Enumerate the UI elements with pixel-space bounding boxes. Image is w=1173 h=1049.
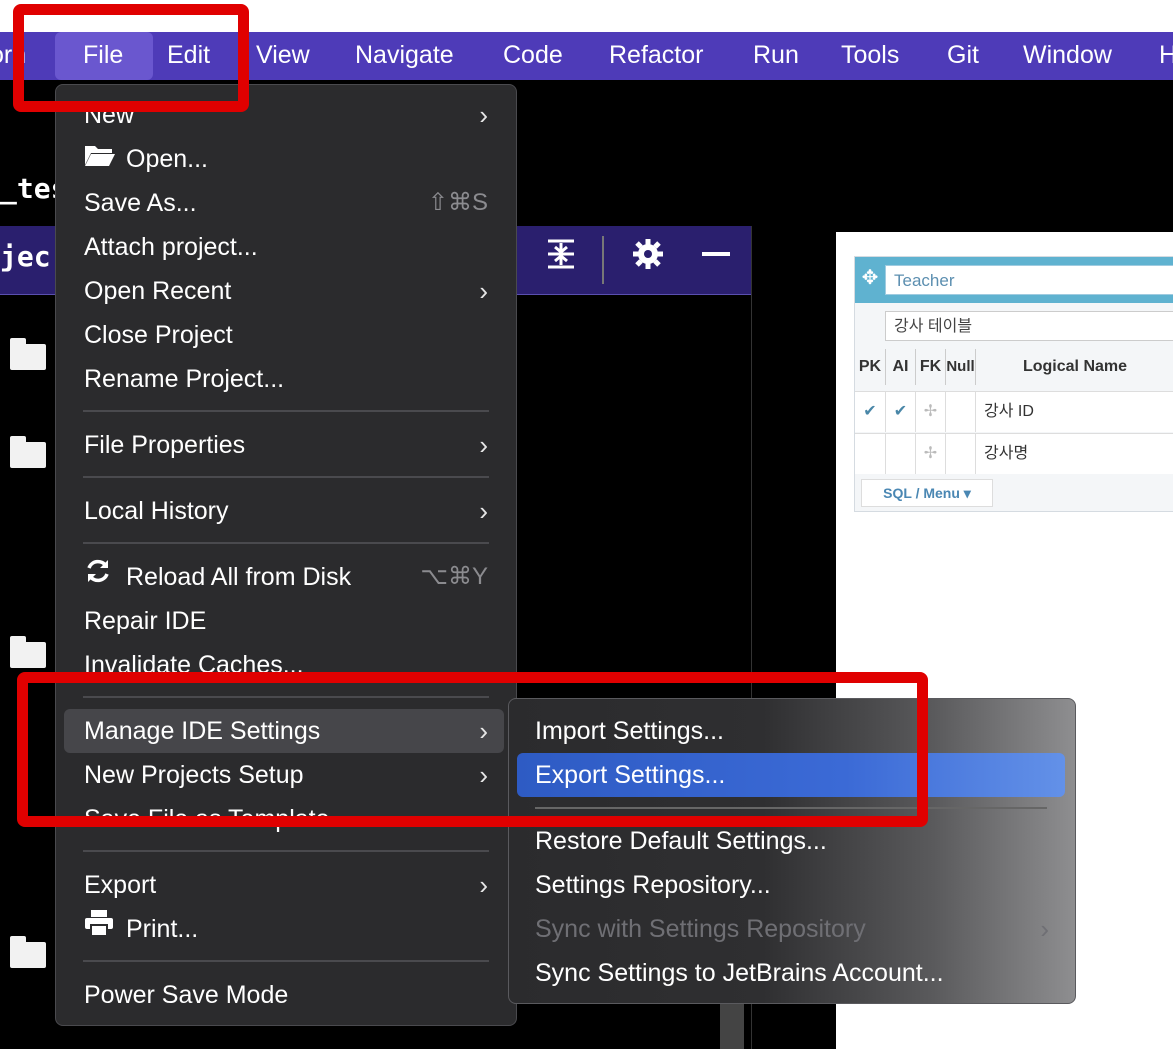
menu-code[interactable]: Code — [503, 32, 563, 80]
menu-git[interactable]: Git — [947, 32, 979, 80]
menu-item-open[interactable]: Open... — [84, 137, 488, 181]
null-cell[interactable] — [946, 434, 976, 474]
ai-cell[interactable] — [886, 434, 916, 474]
menu-item-label: Repair IDE — [84, 607, 207, 635]
menu-item-export[interactable]: Export › — [84, 863, 488, 907]
erd-col-fk: FK — [916, 349, 946, 385]
menu-navigate[interactable]: Navigate — [355, 32, 454, 80]
menu-refactor[interactable]: Refactor — [609, 32, 703, 80]
menu-separator — [83, 476, 489, 478]
erd-table-name[interactable]: Teacher — [885, 265, 1173, 295]
menu-item-label: Close Project — [84, 321, 233, 349]
menu-item-power-save-mode[interactable]: Power Save Mode — [84, 973, 488, 1017]
folder-open-icon — [84, 137, 126, 181]
menu-item-label: Print... — [126, 915, 199, 943]
pk-cell[interactable] — [855, 434, 886, 474]
menu-item-save-as[interactable]: Save As... ⇧⌘S — [84, 181, 488, 225]
shortcut-label: ⇧⌘S — [427, 189, 488, 216]
menu-item-label: Power Save Mode — [84, 981, 289, 1009]
ai-check-icon[interactable]: ✔ — [886, 392, 916, 432]
fk-move-icon[interactable]: ✢ — [916, 392, 946, 432]
menu-separator — [83, 960, 489, 962]
scrollbar[interactable] — [720, 1000, 744, 1049]
null-cell[interactable] — [946, 392, 976, 432]
logical-name-cell[interactable]: 강사명 — [976, 434, 1173, 474]
erd-col-logical: Logical Name — [1022, 358, 1128, 375]
submenu-item-label: Sync with Settings Repository — [535, 915, 866, 943]
submenu-item-settings-repository[interactable]: Settings Repository... — [535, 863, 1049, 907]
project-title-fragment: jec — [0, 240, 51, 273]
chevron-right-icon: › — [479, 496, 488, 526]
menu-item-repair-ide[interactable]: Repair IDE — [84, 599, 488, 643]
erd-col-pk: PK — [855, 349, 886, 385]
menu-item-label: Export — [84, 871, 157, 899]
menu-item-label: Attach project... — [84, 233, 258, 261]
chevron-right-icon: › — [479, 430, 488, 460]
chevron-right-icon: › — [479, 100, 488, 130]
chevron-right-icon: › — [479, 276, 488, 306]
gear-icon[interactable] — [626, 226, 670, 294]
annotation-box-export — [17, 672, 928, 827]
move-icon[interactable]: ✥ — [857, 263, 883, 293]
menu-item-label: Open... — [126, 145, 208, 173]
menu-item-close-project[interactable]: Close Project — [84, 313, 488, 357]
folder-icon — [10, 636, 46, 668]
menu-separator — [83, 410, 489, 412]
folder-icon — [10, 338, 46, 370]
logical-name-cell[interactable]: 강사 ID — [976, 392, 1173, 432]
menu-item-label: Save As... — [84, 189, 197, 217]
submenu-item-sync-jetbrains[interactable]: Sync Settings to JetBrains Account... — [535, 951, 1049, 995]
menu-item-label: Reload All from Disk — [126, 563, 352, 591]
sql-menu-button[interactable]: SQL / Menu ▾ — [861, 479, 993, 507]
menu-tools[interactable]: Tools — [841, 32, 899, 80]
menu-item-reload-all[interactable]: Reload All from Disk ⌥⌘Y — [84, 555, 488, 599]
menu-item-label: File Properties — [84, 431, 246, 459]
folder-icon — [10, 436, 46, 468]
menu-item-rename-project[interactable]: Rename Project... — [84, 357, 488, 401]
submenu-item-label: Settings Repository... — [535, 871, 771, 899]
chevron-right-icon: › — [1040, 914, 1049, 944]
fk-move-icon[interactable]: ✢ — [916, 434, 946, 474]
table-row: ✢ 강사명 — [855, 433, 1173, 474]
folder-icon — [10, 936, 46, 968]
collapse-all-icon[interactable] — [540, 226, 582, 294]
toolbar-divider — [602, 236, 604, 284]
menu-window[interactable]: Window — [1023, 32, 1112, 80]
erd-col-ai: AI — [886, 349, 916, 385]
menu-help[interactable]: H — [1159, 32, 1173, 80]
submenu-item-sync-repository: Sync with Settings Repository › — [535, 907, 1049, 951]
erd-col-null: Null — [946, 349, 976, 385]
shortcut-label: ⌥⌘Y — [420, 563, 488, 590]
printer-icon — [84, 907, 126, 951]
menu-item-print[interactable]: Print... — [84, 907, 488, 951]
erd-table-card: ✥ Teacher 강사 테이블 PK AI FK Null Logical N… — [854, 256, 1173, 512]
pk-check-icon[interactable]: ✔ — [855, 392, 886, 432]
menu-item-local-history[interactable]: Local History › — [84, 489, 488, 533]
menu-item-open-recent[interactable]: Open Recent › — [84, 269, 488, 313]
menu-run[interactable]: Run — [753, 32, 799, 80]
menu-view[interactable]: View — [256, 32, 310, 80]
minimize-icon[interactable] — [694, 226, 738, 294]
menu-separator — [83, 542, 489, 544]
table-row: ✔ ✔ ✢ 강사 ID — [855, 391, 1173, 432]
submenu-item-label: Restore Default Settings... — [535, 827, 827, 855]
menu-item-label: Rename Project... — [84, 365, 285, 393]
menu-item-label: Open Recent — [84, 277, 232, 305]
menu-item-file-properties[interactable]: File Properties › — [84, 423, 488, 467]
file-menu: New › Open... Save As... ⇧⌘S Attach proj… — [55, 84, 517, 1026]
submenu-item-label: Sync Settings to JetBrains Account... — [535, 959, 944, 987]
menu-item-label: Local History — [84, 497, 229, 525]
reload-icon — [84, 555, 126, 599]
annotation-box-file — [13, 4, 249, 112]
menu-separator — [83, 850, 489, 852]
chevron-right-icon: › — [479, 870, 488, 900]
menu-item-attach-project[interactable]: Attach project... — [84, 225, 488, 269]
erd-table-comment[interactable]: 강사 테이블 — [885, 311, 1173, 341]
